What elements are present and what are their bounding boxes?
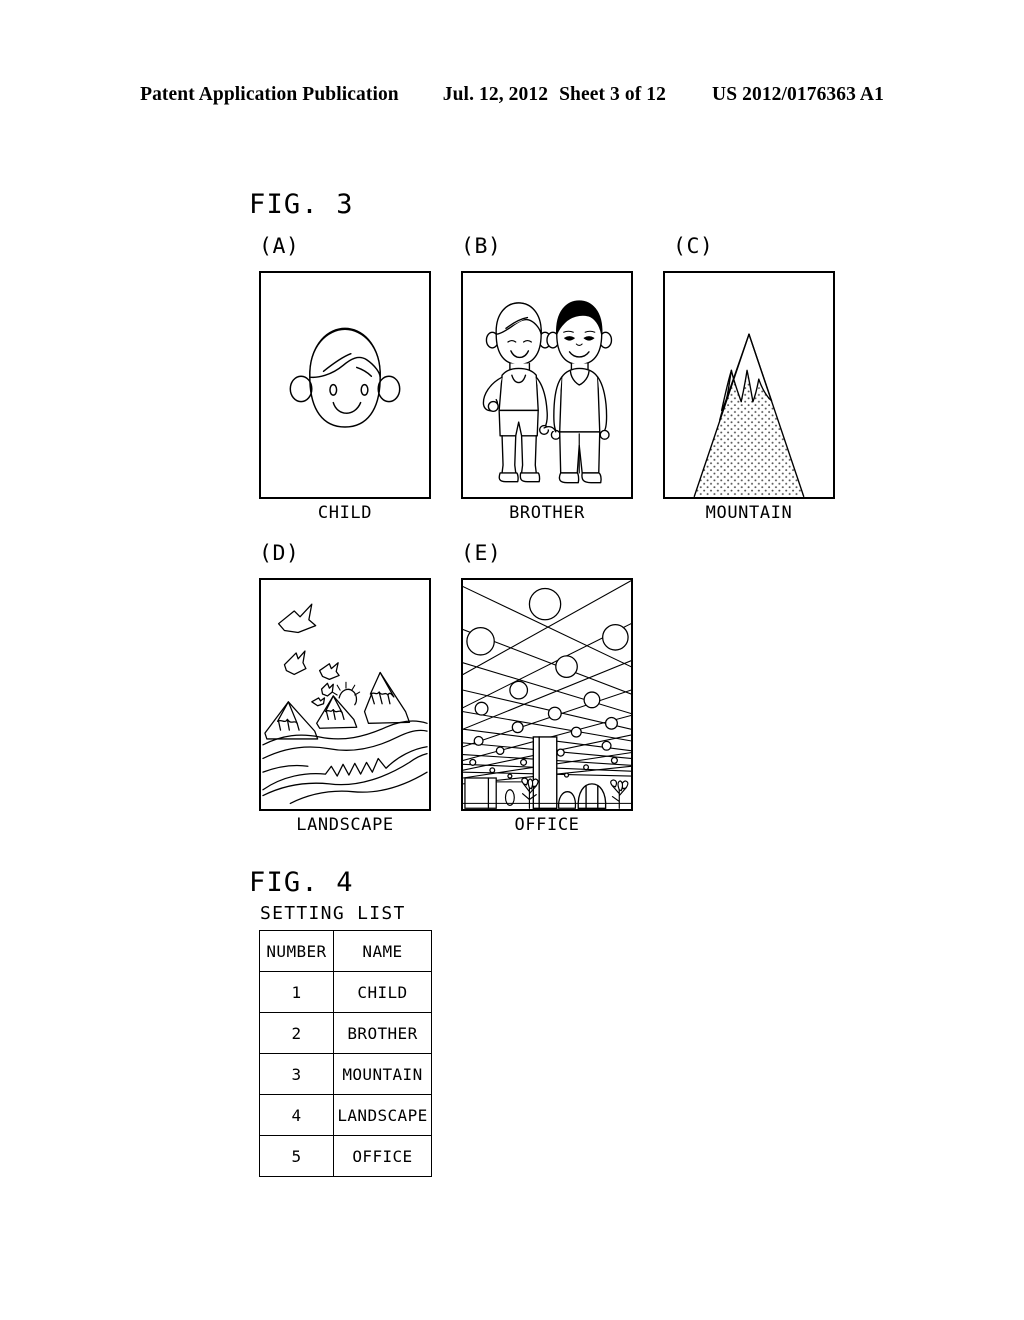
page-header: Patent Application Publication Jul. 12, … [0, 84, 1024, 114]
cell-number: 3 [259, 1053, 334, 1095]
table-row: 1 CHILD [259, 971, 432, 1013]
cell-name: LANDSCAPE [333, 1094, 432, 1136]
sheet-number: Sheet 3 of 12 [559, 84, 667, 105]
panel-image-child [259, 271, 431, 499]
panel-caption-brother: BROTHER [509, 503, 585, 523]
panel-caption-mountain: MOUNTAIN [705, 503, 793, 523]
panel-image-landscape [259, 578, 431, 811]
column-header-name: NAME [333, 930, 432, 972]
cell-number: 2 [259, 1012, 334, 1054]
panel-label-e: (E) [461, 541, 502, 566]
table-row: 5 OFFICE [259, 1135, 432, 1177]
publication-date: Jul. 12, 2012 [442, 84, 549, 105]
table-header-row: NUMBER NAME [259, 930, 432, 972]
panel-label-c: (C) [673, 234, 714, 259]
panel-label-a: (A) [259, 234, 300, 259]
document-number: US 2012/0176363 A1 [712, 84, 884, 105]
panel-image-mountain [663, 271, 835, 499]
panel-label-d: (D) [259, 541, 300, 566]
cell-name: OFFICE [333, 1135, 432, 1177]
figure-3-title: FIG. 3 [249, 189, 354, 220]
figure-4-title: FIG. 4 [249, 867, 354, 898]
cell-name: BROTHER [333, 1012, 432, 1054]
table-row: 3 MOUNTAIN [259, 1053, 432, 1095]
setting-list-caption: SETTING LIST [260, 903, 406, 924]
column-header-number: NUMBER [259, 930, 334, 972]
cell-number: 5 [259, 1135, 334, 1177]
panel-image-brother [461, 271, 633, 499]
panel-caption-office: OFFICE [514, 815, 580, 835]
table-row: 4 LANDSCAPE [259, 1094, 432, 1136]
panel-caption-child: CHILD [317, 503, 373, 523]
cell-name: CHILD [333, 971, 432, 1013]
cell-name: MOUNTAIN [333, 1053, 432, 1095]
setting-list-table: NUMBER NAME 1 CHILD 2 BROTHER 3 MOUNTAIN… [259, 930, 432, 1177]
cell-number: 4 [259, 1094, 334, 1136]
panel-caption-landscape: LANDSCAPE [296, 815, 394, 835]
panel-image-office [461, 578, 633, 811]
cell-number: 1 [259, 971, 334, 1013]
panel-label-b: (B) [461, 234, 502, 259]
publication-label: Patent Application Publication [140, 84, 399, 105]
table-row: 2 BROTHER [259, 1012, 432, 1054]
